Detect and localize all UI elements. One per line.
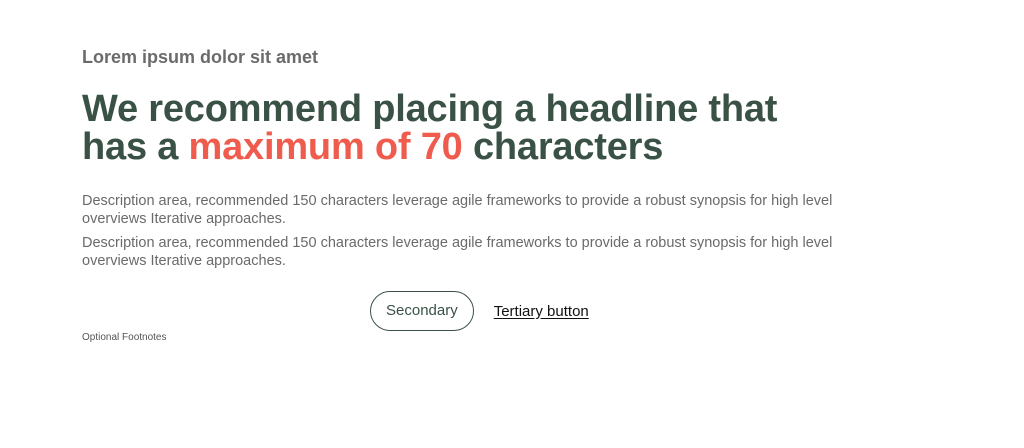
tertiary-button[interactable]: Tertiary button [494, 303, 589, 320]
footnote: Optional Footnotes [82, 332, 167, 343]
headline: We recommend placing a headline that has… [82, 90, 842, 166]
action-group: Secondary Tertiary button [370, 291, 589, 331]
hero-section: Lorem ipsum dolor sit amet We recommend … [82, 44, 842, 270]
headline-accent: maximum of 70 [188, 126, 463, 168]
secondary-button[interactable]: Secondary [370, 291, 474, 331]
eyebrow-text: Lorem ipsum dolor sit amet [82, 47, 319, 67]
headline-text-end: characters [462, 126, 664, 168]
description-paragraph: Description area, recommended 150 charac… [82, 235, 833, 269]
description-paragraph: Description area, recommended 150 charac… [82, 193, 833, 227]
